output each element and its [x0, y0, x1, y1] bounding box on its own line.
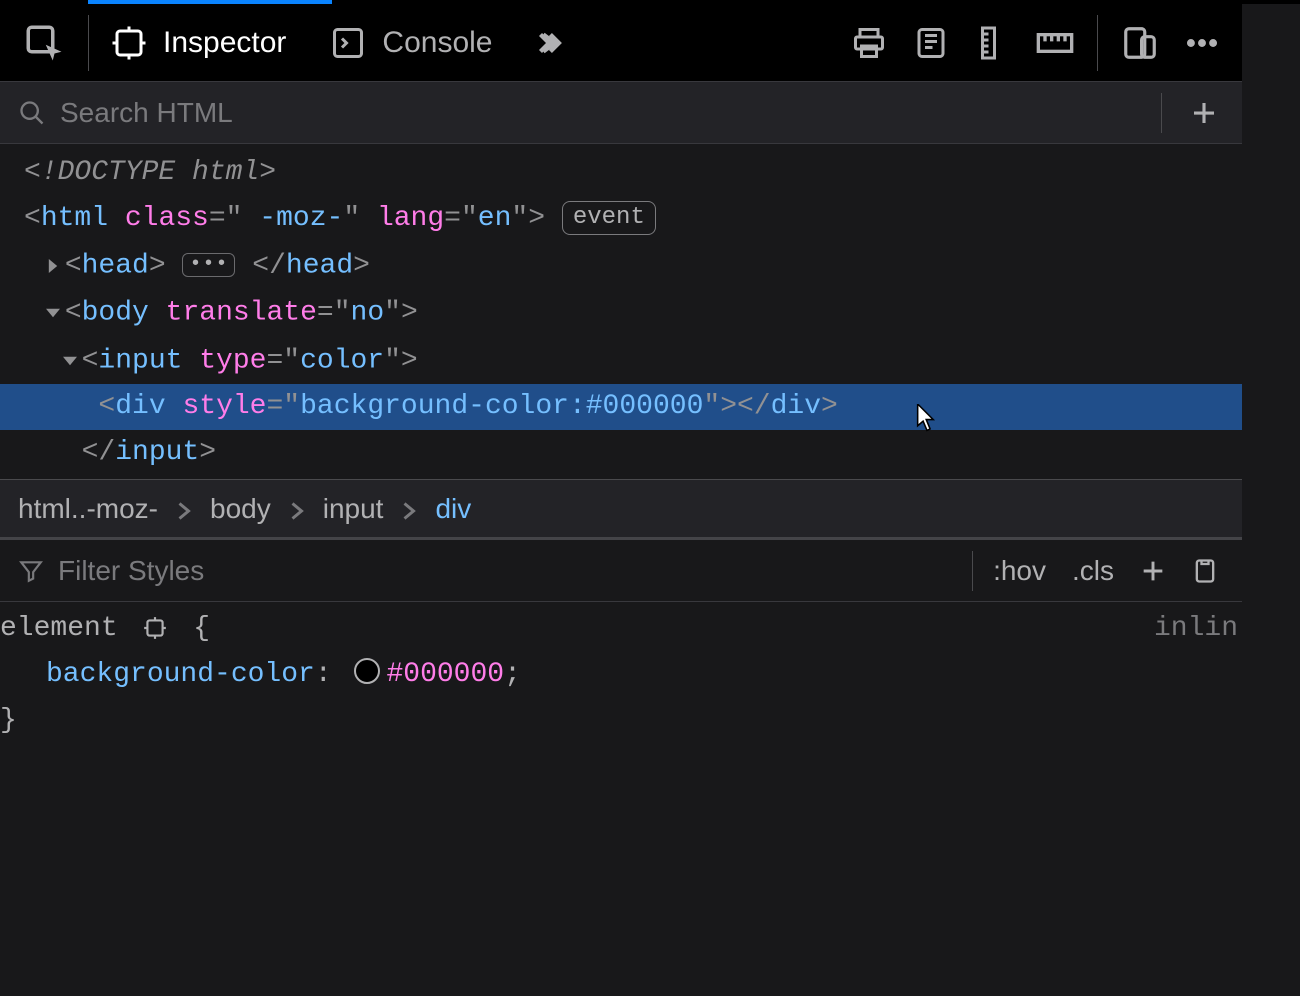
add-node-button[interactable] — [1184, 93, 1224, 133]
css-rules: element { inlin background-color: #00000… — [0, 602, 1242, 744]
inspector-icon — [111, 25, 147, 61]
dom-tree[interactable]: <!DOCTYPE html> <html class=" -moz-" lan… — [0, 144, 1242, 480]
console-icon — [330, 25, 366, 61]
dom-line-input[interactable]: <input type="color"> — [0, 337, 1242, 384]
chevron-right-icon — [289, 493, 305, 525]
element-picker-button[interactable] — [0, 4, 88, 82]
kebab-menu-icon[interactable] — [1182, 23, 1222, 63]
dom-line-doctype[interactable]: <!DOCTYPE html> — [0, 150, 1242, 196]
event-badge[interactable]: event — [562, 201, 656, 235]
devtools-toolbar: Inspector Console — [0, 4, 1242, 82]
highlight-selector-icon[interactable] — [138, 611, 172, 645]
chevron-right-icon — [176, 493, 192, 525]
rule-selector[interactable]: element { — [0, 606, 1242, 652]
dom-line-selected[interactable]: <div style="background-color:#000000"></… — [0, 384, 1242, 430]
hov-button[interactable]: :hov — [987, 555, 1052, 587]
filter-icon — [18, 558, 44, 584]
crumb-body[interactable]: body — [210, 493, 271, 525]
tab-inspector[interactable]: Inspector — [89, 4, 308, 82]
chevron-right-icon — [401, 493, 417, 525]
toolbar-separator — [972, 551, 973, 591]
dom-line-head[interactable]: <head> ••• </head> — [0, 242, 1242, 289]
tab-console[interactable]: Console — [308, 4, 514, 82]
twisty-open-icon[interactable] — [58, 337, 82, 383]
print-simulation-icon[interactable] — [849, 23, 889, 63]
crumb-html[interactable]: html..-moz- — [18, 493, 158, 525]
responsive-design-icon[interactable] — [1120, 23, 1160, 63]
styles-header: :hov .cls — [0, 540, 1242, 602]
twisty-open-icon[interactable] — [41, 289, 65, 335]
ellipsis-badge[interactable]: ••• — [182, 253, 235, 277]
css-declaration[interactable]: background-color: #000000; — [0, 652, 1242, 698]
twisty-closed-icon[interactable] — [41, 242, 65, 288]
color-swatch[interactable] — [354, 658, 380, 684]
toolbar-separator — [1097, 15, 1098, 71]
filter-styles-input[interactable] — [58, 555, 958, 587]
rule-close-brace: } — [0, 698, 1242, 744]
search-html-input[interactable] — [60, 97, 1143, 129]
crumb-input[interactable]: input — [323, 493, 384, 525]
tab-label: Console — [382, 26, 492, 60]
dom-line-body[interactable]: <body translate="no"> — [0, 289, 1242, 336]
add-rule-button[interactable] — [1134, 552, 1172, 590]
more-tabs-button[interactable] — [514, 4, 584, 82]
breadcrumb: html..-moz- body input div — [0, 480, 1242, 540]
search-icon — [18, 99, 46, 127]
ruler-vertical-icon[interactable] — [973, 23, 1013, 63]
dom-line-html[interactable]: <html class=" -moz-" lang="en"> event — [0, 196, 1242, 242]
search-html-bar — [0, 82, 1242, 144]
crumb-div[interactable]: div — [435, 493, 471, 525]
tab-label: Inspector — [163, 26, 286, 60]
light-dark-icon[interactable] — [911, 23, 951, 63]
rule-source[interactable]: inlin — [1154, 606, 1238, 652]
ruler-horizontal-icon[interactable] — [1035, 23, 1075, 63]
cls-button[interactable]: .cls — [1066, 555, 1120, 587]
dom-line-input-close[interactable]: </input> — [0, 430, 1242, 476]
clipboard-icon[interactable] — [1186, 552, 1224, 590]
toolbar-separator — [1161, 93, 1162, 133]
